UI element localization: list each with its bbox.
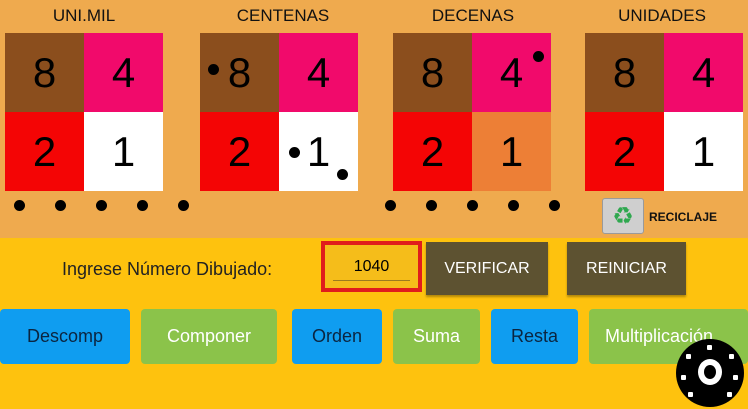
- counter-dot[interactable]: [55, 200, 66, 211]
- cell-8[interactable]: 8: [5, 33, 84, 112]
- recycle-label: RECICLAJE: [649, 210, 718, 224]
- counter-dot[interactable]: [289, 147, 300, 158]
- counter-dot[interactable]: [137, 200, 148, 211]
- camera-tick: [733, 375, 738, 380]
- grid-decenas: 8 4 2 1: [393, 33, 551, 191]
- reset-button[interactable]: REINICIAR: [567, 242, 686, 295]
- camera-tick: [727, 392, 732, 397]
- camera-tick: [686, 354, 691, 359]
- counter-dot[interactable]: [533, 51, 544, 62]
- camera-tick: [681, 375, 686, 380]
- camera-tick: [729, 354, 734, 359]
- descomp-button[interactable]: Descomp: [0, 309, 130, 364]
- cell-4[interactable]: 4: [84, 33, 163, 112]
- orden-button[interactable]: Orden: [292, 309, 382, 364]
- column-title-centenas: CENTENAS: [236, 6, 330, 25]
- cell-8[interactable]: 8: [393, 33, 472, 112]
- cell-8[interactable]: 8: [585, 33, 664, 112]
- cell-2[interactable]: 2: [585, 112, 664, 191]
- cell-4[interactable]: 4: [472, 33, 551, 112]
- cell-2[interactable]: 2: [5, 112, 84, 191]
- resta-button[interactable]: Resta: [491, 309, 578, 364]
- column-title-decenas: DECENAS: [431, 6, 515, 25]
- camera-icon[interactable]: [676, 339, 744, 407]
- grid-unidades: 8 4 2 1: [585, 33, 743, 191]
- counter-dot[interactable]: [337, 169, 348, 180]
- counter-dot[interactable]: [549, 200, 560, 211]
- counter-dot[interactable]: [426, 200, 437, 211]
- cell-2[interactable]: 2: [200, 112, 279, 191]
- componer-button[interactable]: Componer: [141, 309, 277, 364]
- camera-tick: [688, 392, 693, 397]
- counter-dot[interactable]: [208, 64, 219, 75]
- grid-unimil: 8 4 2 1: [5, 33, 163, 191]
- counter-dot[interactable]: [96, 200, 107, 211]
- cell-1-selected[interactable]: 1: [472, 112, 551, 191]
- column-title-unidades: UNIDADES: [618, 6, 706, 25]
- column-title-unimil: UNI.MIL: [52, 6, 116, 25]
- number-prompt-label: Ingrese Número Dibujado:: [62, 259, 273, 279]
- cell-1[interactable]: 1: [664, 112, 743, 191]
- number-input[interactable]: 1040: [321, 241, 422, 292]
- recycle-bin-icon[interactable]: ♻: [602, 198, 644, 234]
- place-value-board: UNI.MIL CENTENAS DECENAS UNIDADES 8 4 2 …: [0, 0, 748, 238]
- verify-button[interactable]: VERIFICAR: [426, 242, 548, 295]
- cell-2[interactable]: 2: [393, 112, 472, 191]
- camera-lens: [698, 359, 722, 385]
- cell-4[interactable]: 4: [664, 33, 743, 112]
- cell-1[interactable]: 1: [84, 112, 163, 191]
- input-underline: [333, 280, 410, 281]
- counter-dot[interactable]: [385, 200, 396, 211]
- suma-button[interactable]: Suma: [393, 309, 480, 364]
- grid-centenas: 8 4 2 1: [200, 33, 358, 191]
- counter-dot[interactable]: [178, 200, 189, 211]
- number-input-value: 1040: [353, 257, 390, 275]
- camera-tick: [707, 345, 712, 350]
- cell-4[interactable]: 4: [279, 33, 358, 112]
- counter-dot[interactable]: [508, 200, 519, 211]
- counter-dot[interactable]: [467, 200, 478, 211]
- counter-dot[interactable]: [14, 200, 25, 211]
